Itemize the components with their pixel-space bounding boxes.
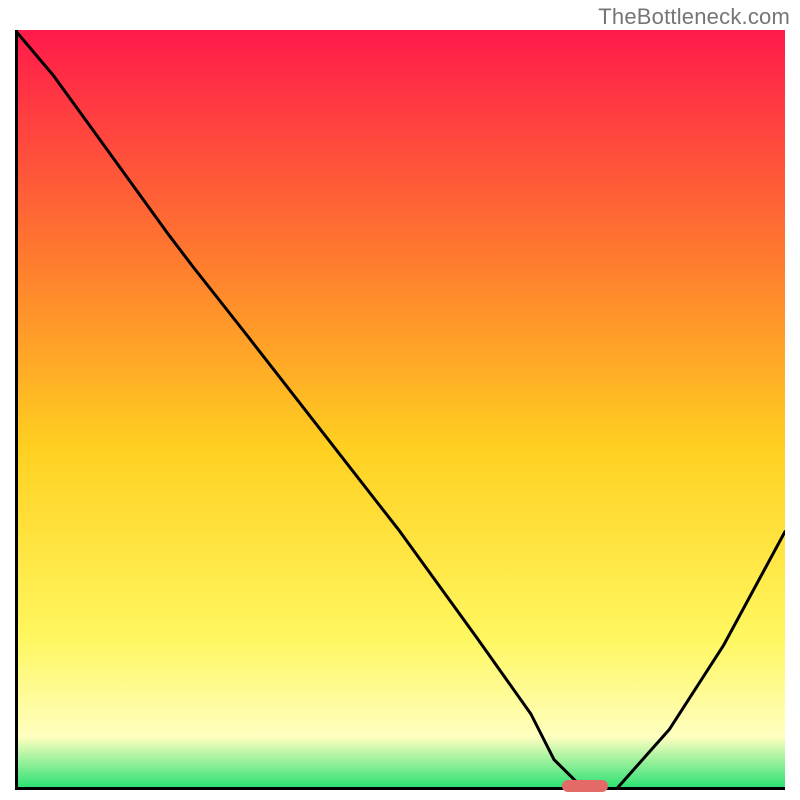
watermark-text: TheBottleneck.com	[598, 4, 790, 30]
x-axis	[15, 787, 785, 790]
plot-svg	[15, 30, 785, 790]
optimum-marker	[562, 780, 608, 792]
gradient-background	[15, 30, 785, 790]
chart-stage: TheBottleneck.com	[0, 0, 800, 800]
y-axis	[15, 30, 18, 790]
plot-area	[15, 30, 785, 790]
